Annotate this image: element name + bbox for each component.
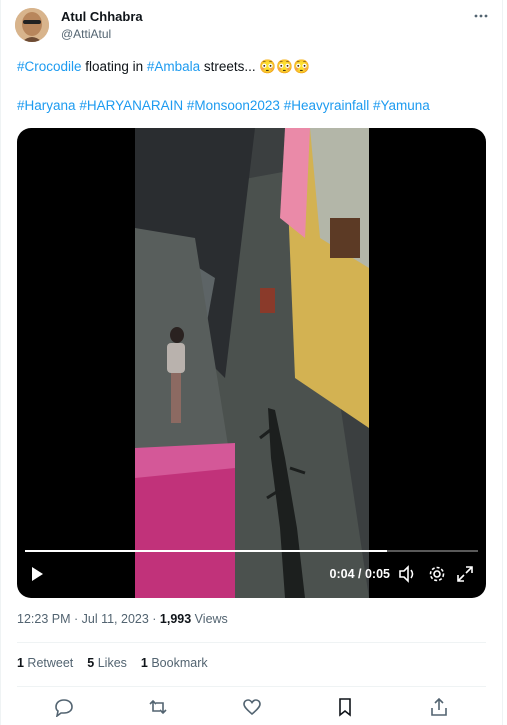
- tweet-time[interactable]: 12:23 PM: [17, 612, 71, 626]
- separator: ·: [70, 612, 82, 626]
- bookmark-label: Bookmark: [147, 656, 208, 670]
- more-icon[interactable]: [471, 6, 491, 26]
- hashtag-link[interactable]: #Yamuna: [373, 98, 430, 113]
- video-controls: 0:04 / 0:05: [17, 548, 486, 598]
- divider: [17, 642, 486, 643]
- avatar[interactable]: [15, 8, 49, 42]
- fullscreen-icon[interactable]: [456, 565, 474, 583]
- play-icon[interactable]: [29, 566, 45, 587]
- volume-icon[interactable]: [398, 565, 416, 583]
- divider: [17, 686, 486, 687]
- video-frame[interactable]: [135, 128, 369, 598]
- hashtag-link[interactable]: #Crocodile: [17, 59, 82, 74]
- reply-icon[interactable]: [53, 696, 75, 718]
- tweet-hashtags: #Haryana #HARYANARAIN #Monsoon2023 #Heav…: [17, 97, 430, 115]
- video-time: 0:04 / 0:05: [329, 567, 390, 581]
- hashtag-link[interactable]: #Heavyrainfall: [284, 98, 370, 113]
- retweet-icon[interactable]: [147, 696, 169, 718]
- tweet-text: streets...: [200, 59, 260, 74]
- tweet-text-line1: #Crocodile floating in #Ambala streets..…: [17, 58, 310, 76]
- tweet-card: Atul Chhabra @AttiAtul #Crocodile floati…: [0, 0, 503, 725]
- progress-bar[interactable]: [25, 550, 478, 552]
- settings-icon[interactable]: [428, 565, 446, 583]
- hashtag-link[interactable]: #Ambala: [147, 59, 200, 74]
- tweet-stats: 1 Retweet 5 Likes 1 Bookmark: [17, 656, 208, 670]
- retweets-stat[interactable]: 1 Retweet: [17, 656, 73, 670]
- hashtag-link[interactable]: #HARYANARAIN: [79, 98, 183, 113]
- bookmark-icon[interactable]: [334, 696, 356, 718]
- likes-stat[interactable]: 5 Likes: [87, 656, 127, 670]
- bookmark-count: 1: [140, 656, 148, 670]
- separator: ·: [148, 612, 160, 626]
- share-icon[interactable]: [428, 696, 450, 718]
- hashtag-link[interactable]: #Haryana: [17, 98, 76, 113]
- retweet-label: Retweet: [23, 656, 74, 670]
- views-count: 1,993: [159, 612, 192, 626]
- tweet-date[interactable]: Jul 11, 2023: [82, 612, 149, 626]
- author-name[interactable]: Atul Chhabra: [61, 9, 143, 24]
- video-player[interactable]: 0:04 / 0:05: [17, 128, 486, 598]
- bookmarks-stat[interactable]: 1 Bookmark: [141, 656, 208, 670]
- views-label: Views: [191, 612, 228, 626]
- action-bar: [1, 692, 504, 722]
- progress-fill: [25, 550, 388, 552]
- heart-icon[interactable]: [241, 696, 263, 718]
- tweet-meta: 12:23 PM · Jul 11, 2023 · 1,993 Views: [17, 612, 228, 626]
- retweet-count: 1: [17, 656, 24, 670]
- author-handle[interactable]: @AttiAtul: [61, 27, 111, 41]
- tweet-text: floating in: [81, 59, 147, 74]
- emoji: 😳😳😳: [259, 59, 310, 74]
- avatar-image: [15, 8, 49, 42]
- hashtag-link[interactable]: #Monsoon2023: [187, 98, 280, 113]
- like-label: Likes: [94, 656, 127, 670]
